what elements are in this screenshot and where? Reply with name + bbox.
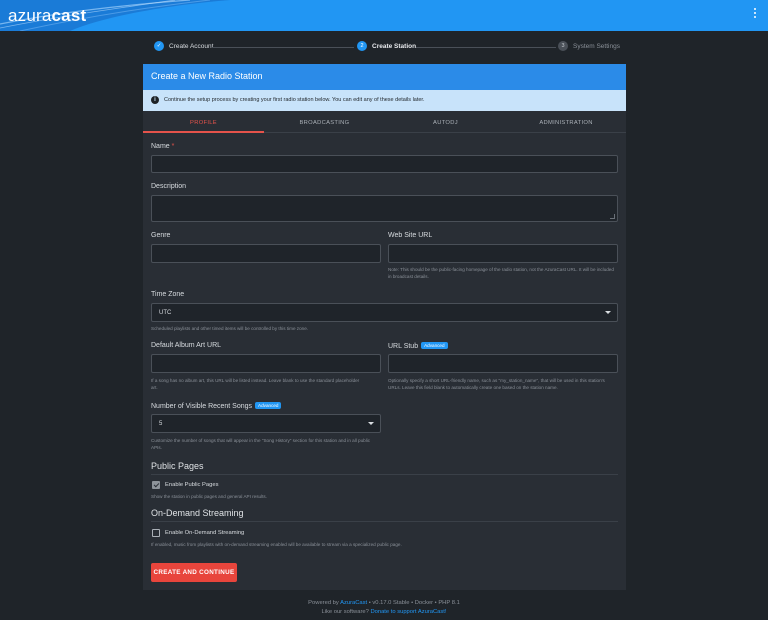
- on-demand-help-text: If enabled, music from playlists with on…: [151, 542, 402, 547]
- genre-input[interactable]: [151, 244, 381, 263]
- tab-administration[interactable]: ADMINISTRATION: [506, 113, 626, 133]
- section-divider: [151, 521, 618, 522]
- enable-on-demand-checkbox[interactable]: [152, 529, 160, 537]
- enable-on-demand-label[interactable]: Enable On-Demand Streaming: [165, 530, 244, 536]
- album-art-url-input[interactable]: [151, 354, 381, 373]
- step-label: System Settings: [573, 42, 620, 50]
- description-textarea[interactable]: [151, 195, 618, 222]
- genre-label: Genre: [151, 232, 171, 239]
- tab-profile[interactable]: PROFILE: [143, 113, 264, 133]
- recent-songs-select[interactable]: 5: [151, 414, 381, 433]
- tab-broadcasting[interactable]: BROADCASTING: [264, 113, 385, 133]
- card-title: Create a New Radio Station: [151, 71, 263, 81]
- notice-text: Continue the setup process by creating y…: [164, 97, 425, 103]
- logo-text-prefix: azura: [8, 6, 52, 25]
- step-number: 2: [357, 41, 367, 51]
- timezone-help-text: Scheduled playlists and other timed item…: [151, 326, 309, 331]
- step-create-station: 2 Create Station: [357, 41, 416, 51]
- enable-public-pages-checkbox[interactable]: [152, 481, 160, 489]
- step-label: Create Station: [372, 42, 417, 50]
- advanced-badge: Advanced: [421, 342, 448, 349]
- album-art-help-text: If a song has no album art, this URL wil…: [151, 378, 360, 390]
- enable-public-pages-label[interactable]: Enable Public Pages: [165, 482, 219, 488]
- check-icon: ✓: [154, 41, 164, 51]
- info-icon: i: [151, 96, 159, 104]
- step-number: 3: [558, 41, 568, 51]
- step-create-account: ✓ Create Account: [154, 41, 213, 51]
- recent-songs-value: 5: [159, 421, 163, 427]
- album-art-label: Default Album Art URL: [151, 342, 222, 349]
- name-input[interactable]: [151, 155, 618, 173]
- azuracast-logo[interactable]: azuracast: [8, 6, 86, 26]
- step-connector: [212, 47, 354, 48]
- create-station-card: Create a New Radio Station i Continue th…: [143, 64, 626, 590]
- footer-powered-by: Powered by AzuraCast • v0.17.0 Stable • …: [308, 600, 460, 606]
- url-stub-help-text: Optionally specify a short URL-friendly …: [388, 378, 605, 390]
- logo-text-suffix: cast: [51, 6, 87, 25]
- step-label: Create Account: [169, 42, 214, 50]
- textarea-resize-handle[interactable]: [610, 214, 615, 219]
- chevron-down-icon: [605, 311, 611, 314]
- station-tabs: PROFILE BROADCASTING AUTODJ ADMINISTRATI…: [143, 113, 626, 133]
- setup-stepper: ✓ Create Account 2 Create Station 3 Syst…: [150, 41, 620, 55]
- on-demand-heading: On-Demand Streaming: [151, 508, 244, 518]
- azuracast-link[interactable]: AzuraCast: [340, 600, 367, 606]
- donate-link[interactable]: Donate to support AzuraCast!: [370, 609, 446, 615]
- timezone-select[interactable]: UTC: [151, 303, 618, 322]
- public-pages-heading: Public Pages: [151, 461, 204, 471]
- step-system-settings: 3 System Settings: [558, 41, 620, 51]
- website-help-text: Note: This should be the public-facing h…: [388, 267, 614, 279]
- create-and-continue-button[interactable]: CREATE AND CONTINUE: [151, 563, 237, 582]
- website-label: Web Site URL: [388, 232, 433, 239]
- recent-songs-label: Number of Visible Recent Songs Advanced: [151, 402, 282, 410]
- name-label: Name *: [151, 143, 175, 150]
- website-url-input[interactable]: [388, 244, 618, 263]
- advanced-badge: Advanced: [255, 402, 282, 409]
- recent-songs-help-text: Customize the number of songs that will …: [151, 438, 371, 450]
- description-label: Description: [151, 183, 187, 190]
- top-navbar: azuracast: [0, 0, 768, 31]
- section-divider: [151, 474, 618, 475]
- card-header: Create a New Radio Station: [143, 64, 626, 90]
- tab-autodj[interactable]: AUTODJ: [385, 113, 506, 133]
- info-notice: i Continue the setup process by creating…: [143, 90, 626, 111]
- step-connector: [416, 47, 556, 48]
- chevron-down-icon: [368, 422, 374, 425]
- timezone-value: UTC: [159, 310, 172, 316]
- public-pages-help-text: Show the station in public pages and gen…: [151, 494, 267, 499]
- more-options-icon[interactable]: [752, 8, 758, 22]
- footer-donate: Like our software? Donate to support Azu…: [321, 609, 447, 615]
- url-stub-label: URL Stub Advanced: [388, 342, 448, 350]
- timezone-label: Time Zone: [151, 291, 185, 298]
- url-stub-input[interactable]: [388, 354, 618, 373]
